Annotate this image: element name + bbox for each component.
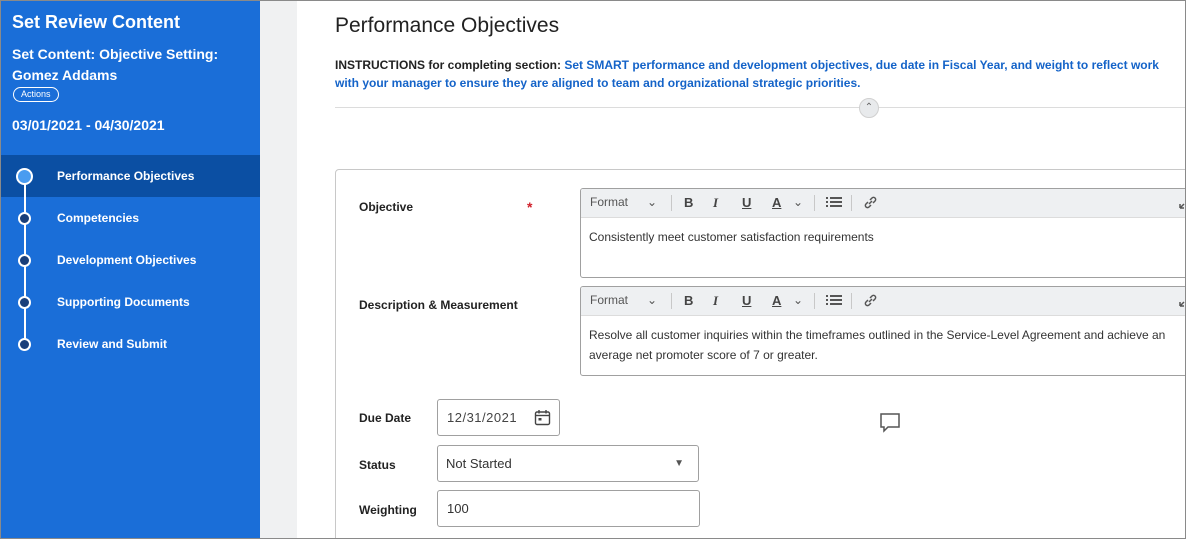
toolbar-separator (851, 195, 852, 211)
step-label: Review and Submit (57, 337, 168, 351)
chevron-down-icon[interactable]: ⌄ (793, 195, 803, 209)
sidebar: Set Review Content Set Content: Objectiv… (1, 1, 260, 538)
toolbar-separator (814, 195, 815, 211)
due-date-value: 12/31/2021 (447, 410, 518, 425)
step-icon (18, 254, 31, 267)
link-icon[interactable] (863, 195, 878, 213)
status-select[interactable]: Not Started ▼ (437, 445, 699, 482)
sidebar-subtitle: Set Content: Objective Setting: Gomez Ad… (12, 46, 219, 83)
step-label: Performance Objectives (57, 169, 195, 183)
objective-label: Objective (359, 200, 414, 214)
step-icon (18, 338, 31, 351)
objective-editor[interactable]: Format ⌄ B I U A ⌄ Consistently meet cus… (580, 188, 1185, 278)
toolbar-separator (671, 195, 672, 211)
weighting-input[interactable]: 100 (437, 490, 700, 527)
actions-button[interactable]: Actions (13, 87, 59, 102)
objective-text[interactable]: Consistently meet customer satisfaction … (581, 218, 1185, 256)
chevron-down-icon[interactable]: ⌄ (647, 293, 657, 307)
bulleted-list-icon[interactable] (826, 195, 842, 212)
step-icon (18, 212, 31, 225)
collapse-chevron-up-icon[interactable]: ⌃ (859, 98, 879, 118)
objective-card: Objective * Format ⌄ B I U A ⌄ Consisten… (335, 169, 1185, 538)
status-value: Not Started (446, 456, 512, 471)
instructions-line1: Set SMART performance and development ob… (564, 58, 1159, 72)
main-content: Performance Objectives INSTRUCTIONS for … (297, 1, 1185, 538)
weighting-value: 100 (447, 501, 469, 516)
gutter (260, 1, 297, 538)
app-frame: Set Review Content Set Content: Objectiv… (0, 0, 1186, 539)
step-label: Supporting Documents (57, 295, 190, 309)
toolbar-separator (851, 293, 852, 309)
expand-icon[interactable] (1179, 294, 1185, 310)
format-dropdown[interactable]: Format (590, 293, 628, 307)
step-label: Development Objectives (57, 253, 197, 267)
italic-button[interactable]: I (713, 195, 718, 211)
objective-editor-toolbar: Format ⌄ B I U A ⌄ (581, 189, 1185, 218)
text-color-button[interactable]: A (772, 195, 781, 210)
status-label: Status (359, 458, 396, 472)
text-color-button[interactable]: A (772, 293, 781, 308)
due-date-input[interactable]: 12/31/2021 (437, 399, 560, 436)
step-label: Competencies (57, 211, 140, 225)
instructions: INSTRUCTIONS for completing section: Set… (335, 56, 1185, 92)
page-title: Performance Objectives (335, 14, 560, 37)
underline-button[interactable]: U (742, 195, 751, 210)
description-label: Description & Measurement (359, 298, 518, 312)
bold-button[interactable]: B (684, 293, 693, 308)
review-dates: 03/01/2021 - 04/30/2021 (12, 117, 165, 133)
weighting-label: Weighting (359, 503, 417, 517)
toolbar-separator (671, 293, 672, 309)
underline-button[interactable]: U (742, 293, 751, 308)
required-marker: * (527, 199, 533, 215)
caret-down-icon: ▼ (674, 458, 684, 469)
description-editor[interactable]: Format ⌄ B I U A ⌄ Resolve all customer … (580, 286, 1185, 376)
calendar-icon[interactable] (534, 409, 551, 426)
expand-icon[interactable] (1179, 196, 1185, 212)
section-divider (335, 107, 1185, 108)
chevron-down-icon[interactable]: ⌄ (793, 293, 803, 307)
description-text[interactable]: Resolve all customer inquiries within th… (581, 316, 1185, 374)
step-competencies[interactable]: Competencies (1, 197, 260, 239)
bold-button[interactable]: B (684, 195, 693, 210)
step-review-and-submit[interactable]: Review and Submit (1, 323, 260, 365)
step-supporting-documents[interactable]: Supporting Documents (1, 281, 260, 323)
toolbar-separator (814, 293, 815, 309)
step-icon (18, 296, 31, 309)
bulleted-list-icon[interactable] (826, 293, 842, 310)
instructions-line2: with your manager to ensure they are ali… (335, 76, 861, 90)
instructions-prefix: INSTRUCTIONS for completing section: (335, 58, 565, 72)
step-current-icon (16, 168, 33, 185)
step-list: Performance Objectives Competencies Deve… (1, 155, 260, 365)
italic-button[interactable]: I (713, 293, 718, 309)
sidebar-title: Set Review Content (12, 12, 181, 32)
chevron-down-icon[interactable]: ⌄ (647, 195, 657, 209)
step-development-objectives[interactable]: Development Objectives (1, 239, 260, 281)
format-dropdown[interactable]: Format (590, 195, 628, 209)
step-performance-objectives[interactable]: Performance Objectives (1, 155, 260, 197)
link-icon[interactable] (863, 293, 878, 311)
comment-icon[interactable] (879, 412, 901, 434)
description-editor-toolbar: Format ⌄ B I U A ⌄ (581, 287, 1185, 316)
due-date-label: Due Date (359, 411, 412, 425)
